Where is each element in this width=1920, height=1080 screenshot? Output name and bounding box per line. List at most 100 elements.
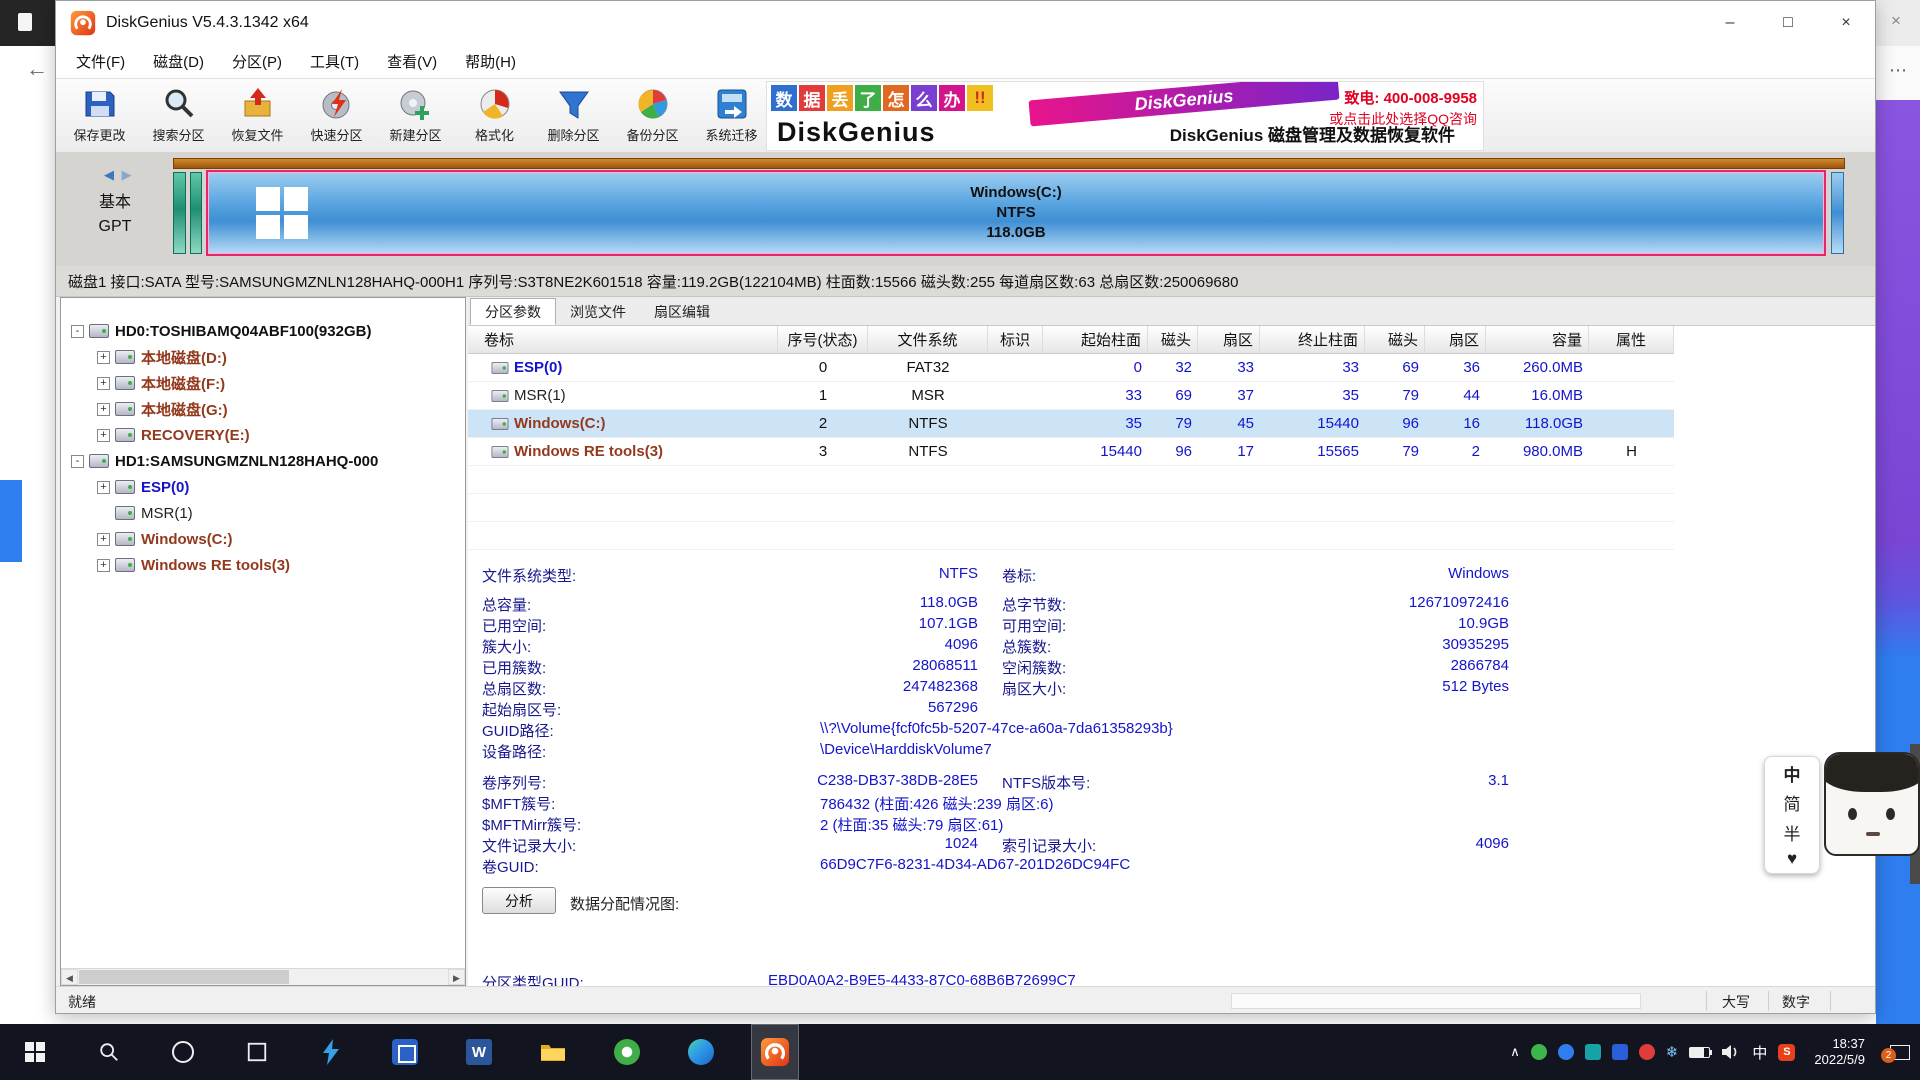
toolbar-search-partition-button[interactable]: 搜索分区 xyxy=(139,79,218,151)
menu-view[interactable]: 查看(V) xyxy=(373,45,451,78)
start-button[interactable] xyxy=(11,1024,59,1080)
notification-icon[interactable]: 2 xyxy=(1890,1045,1910,1060)
toolbar-new-partition-button[interactable]: 新建分区 xyxy=(376,79,455,151)
minimize-button[interactable]: – xyxy=(1701,1,1759,45)
sogou-icon[interactable]: S xyxy=(1778,1044,1795,1061)
pinned-file-explorer[interactable] xyxy=(529,1024,577,1080)
tab-partition-params[interactable]: 分区参数 xyxy=(470,298,556,325)
hard-disk-icon xyxy=(89,454,109,468)
tree-item-local-d[interactable]: + 本地磁盘(D:) xyxy=(61,344,227,370)
scroll-thumb[interactable] xyxy=(79,970,289,984)
ime-simplified[interactable]: 简 xyxy=(1784,790,1801,815)
menu-tools[interactable]: 工具(T) xyxy=(296,45,373,78)
volume-icon xyxy=(492,362,509,374)
tray-expand-icon[interactable]: ∧ xyxy=(1510,1044,1520,1060)
partition-block-re-tools[interactable] xyxy=(1831,172,1844,254)
edge-icon xyxy=(688,1039,714,1065)
volume-icon[interactable] xyxy=(1721,1044,1741,1060)
tree-item-hd0[interactable]: - HD0:TOSHIBAMQ04ABF100(932GB) xyxy=(61,318,371,344)
background-more-icon: ⋯ xyxy=(1889,60,1907,81)
expand-icon[interactable]: + xyxy=(97,533,110,546)
tray-blue-icon[interactable] xyxy=(1558,1044,1574,1060)
disk-nav-left-icon[interactable]: ◀ xyxy=(104,167,114,182)
tray-teal-icon[interactable] xyxy=(1585,1044,1601,1060)
volume-icon xyxy=(115,428,135,442)
menu-disk[interactable]: 磁盘(D) xyxy=(139,45,218,78)
tray-blue-square-icon[interactable] xyxy=(1612,1044,1628,1060)
tree-item-esp[interactable]: + ESP(0) xyxy=(61,474,189,500)
table-row-windows-re[interactable]: Windows RE tools(3) 3 NTFS 15440 96 17 1… xyxy=(468,438,1674,466)
disk-nav-right-icon[interactable]: ▶ xyxy=(122,167,132,182)
task-view-button[interactable] xyxy=(233,1024,281,1080)
toolbar-backup-partition-button[interactable]: 备份分区 xyxy=(613,79,692,151)
partition-block-windows-c[interactable]: Windows(C:) NTFS 118.0GB xyxy=(206,170,1826,256)
table-row-esp[interactable]: ESP(0) 0 FAT32 0 32 33 33 69 36 260.0MB xyxy=(468,354,1674,382)
expand-icon[interactable]: + xyxy=(97,351,110,364)
close-button[interactable]: × xyxy=(1817,1,1875,45)
partition-block-esp[interactable] xyxy=(173,172,186,254)
table-header[interactable]: 卷标 序号(状态) 文件系统 标识 起始柱面 磁头 扇区 终止柱面 磁头 扇区 … xyxy=(468,326,1674,354)
tree-item-windows-re[interactable]: + Windows RE tools(3) xyxy=(61,552,290,578)
toolbar-delete-partition-button[interactable]: 删除分区 xyxy=(534,79,613,151)
analyze-button[interactable]: 分析 xyxy=(482,887,556,914)
ime-status-card[interactable]: 中 简 半 ♥ xyxy=(1764,756,1820,874)
toolbar-recover-files-button[interactable]: 恢复文件 xyxy=(218,79,297,151)
maximize-button[interactable]: □ xyxy=(1759,1,1817,45)
tree-horizontal-scrollbar[interactable]: ◀ ▶ xyxy=(61,968,465,985)
ime-widget[interactable]: 中 简 半 ♥ xyxy=(1764,752,1920,878)
toolbar-quick-partition-button[interactable]: 快速分区 xyxy=(297,79,376,151)
expand-icon[interactable]: + xyxy=(97,377,110,390)
taskbar-diskgenius[interactable] xyxy=(751,1024,799,1080)
toolbar-label: 快速分区 xyxy=(310,125,362,144)
expand-icon[interactable]: + xyxy=(97,403,110,416)
ime-halfwidth[interactable]: 半 xyxy=(1784,820,1801,845)
scroll-right-icon[interactable]: ▶ xyxy=(448,969,465,985)
ime-mode-cn[interactable]: 中 xyxy=(1784,761,1801,786)
tree-item-windows-c[interactable]: + Windows(C:) xyxy=(61,526,233,552)
tray-green-icon[interactable] xyxy=(1531,1044,1547,1060)
menu-help[interactable]: 帮助(H) xyxy=(451,45,530,78)
table-row-msr[interactable]: MSR(1) 1 MSR 33 69 37 35 79 44 16.0MB xyxy=(468,382,1674,410)
expand-icon[interactable]: + xyxy=(97,429,110,442)
ime-indicator[interactable]: 中 xyxy=(1752,1042,1767,1063)
scroll-left-icon[interactable]: ◀ xyxy=(61,969,78,985)
collapse-icon[interactable]: - xyxy=(71,455,84,468)
toolbar-save-changes-button[interactable]: 保存更改 xyxy=(60,79,139,151)
table-row-windows-c[interactable]: Windows(C:) 2 NTFS 35 79 45 15440 96 16 … xyxy=(468,410,1674,438)
green-browser-icon xyxy=(614,1039,640,1065)
expand-icon[interactable]: + xyxy=(97,559,110,572)
clock[interactable]: 18:37 2022/5/9 xyxy=(1814,1036,1865,1068)
tab-sector-edit[interactable]: 扇区编辑 xyxy=(640,298,724,325)
system-migration-icon xyxy=(714,86,750,122)
tree-item-hd1[interactable]: - HD1:SAMSUNGMZNLN128HAHQ-000 xyxy=(61,448,378,474)
toolbar-format-button[interactable]: 格式化 xyxy=(455,79,534,151)
pinned-word[interactable]: W xyxy=(455,1024,503,1080)
pinned-green-browser[interactable] xyxy=(603,1024,651,1080)
tree-item-local-f[interactable]: + 本地磁盘(F:) xyxy=(61,370,225,396)
detail-row: GUID路径:\\?\Volume{fcf0fc5b-5207-47ce-a60… xyxy=(468,720,1876,741)
cortana-button[interactable] xyxy=(159,1024,207,1080)
ime-heart-icon[interactable]: ♥ xyxy=(1787,849,1797,869)
battery-icon[interactable] xyxy=(1689,1047,1710,1058)
ad-banner[interactable]: 数 据 丢 了 怎 么 办 !! DiskGenius DiskGenius 致… xyxy=(766,81,1484,151)
tree-item-msr[interactable]: MSR(1) xyxy=(61,500,193,526)
tree-item-local-g[interactable]: + 本地磁盘(G:) xyxy=(61,396,228,422)
pinned-blue-app[interactable] xyxy=(381,1024,429,1080)
tray-red-icon[interactable] xyxy=(1639,1044,1655,1060)
detail-row: 文件记录大小:1024 索引记录大小:4096 xyxy=(468,835,1876,856)
toolbar-label: 恢复文件 xyxy=(231,125,283,144)
taskbar-search-button[interactable] xyxy=(85,1024,133,1080)
collapse-icon[interactable]: - xyxy=(71,325,84,338)
partition-block-msr[interactable] xyxy=(190,172,202,254)
expand-icon[interactable]: + xyxy=(97,481,110,494)
pinned-lightning-app[interactable] xyxy=(307,1024,355,1080)
menu-partition[interactable]: 分区(P) xyxy=(218,45,296,78)
pinned-edge[interactable] xyxy=(677,1024,725,1080)
tab-browse-files[interactable]: 浏览文件 xyxy=(556,298,640,325)
tray-snowflake-icon[interactable]: ❄ xyxy=(1666,1043,1679,1061)
tree-item-recovery-e[interactable]: + RECOVERY(E:) xyxy=(61,422,250,448)
quick-partition-icon xyxy=(319,86,355,122)
menu-file[interactable]: 文件(F) xyxy=(62,45,139,78)
window-title: DiskGenius V5.4.3.1342 x64 xyxy=(106,14,309,32)
toolbar-system-migration-button[interactable]: 系统迁移 xyxy=(692,79,771,151)
